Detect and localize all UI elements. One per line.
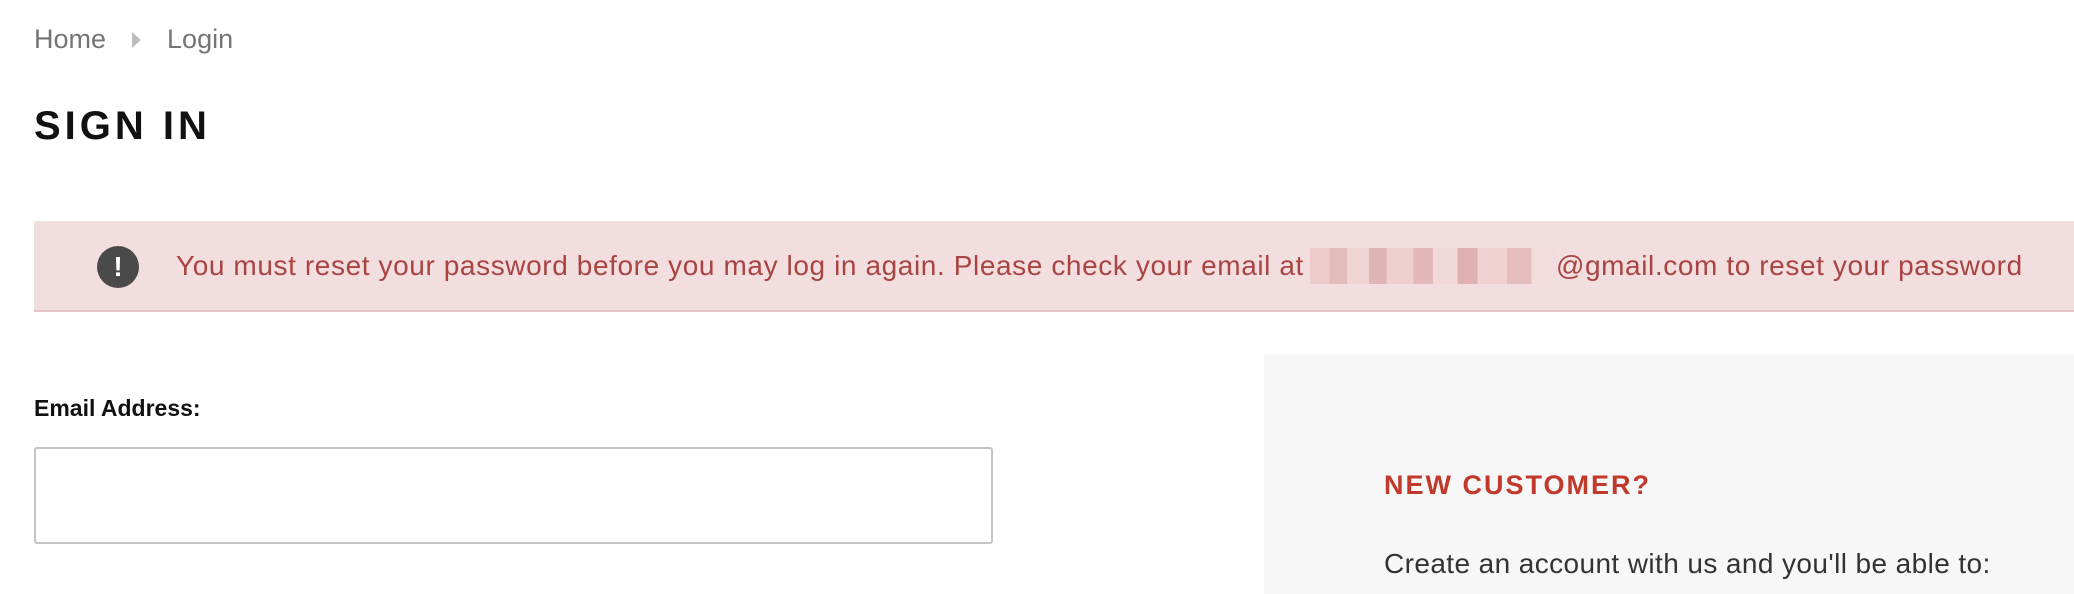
new-customer-panel: NEW CUSTOMER? Create an account with us …	[1264, 354, 2074, 594]
email-label: Email Address:	[34, 395, 201, 421]
alert-message: You must reset your password before you …	[176, 248, 2023, 284]
new-customer-title: NEW CUSTOMER?	[1384, 470, 1651, 500]
breadcrumb: Home Login	[34, 24, 233, 55]
breadcrumb-home-link[interactable]: Home	[34, 24, 106, 55]
exclamation-icon: !	[97, 246, 139, 288]
new-customer-description: Create an account with us and you'll be …	[1384, 548, 1991, 579]
redacted-email-username	[1309, 248, 1556, 284]
email-input[interactable]	[34, 447, 993, 544]
alert-message-prefix: You must reset your password before you …	[176, 250, 1304, 281]
page-title: SIGN IN	[34, 104, 211, 148]
breadcrumb-current: Login	[167, 24, 234, 54]
error-alert: ! You must reset your password before yo…	[34, 221, 2074, 312]
alert-message-suffix: @gmail.com to reset your password	[1555, 250, 2023, 281]
chevron-right-icon	[132, 31, 142, 48]
